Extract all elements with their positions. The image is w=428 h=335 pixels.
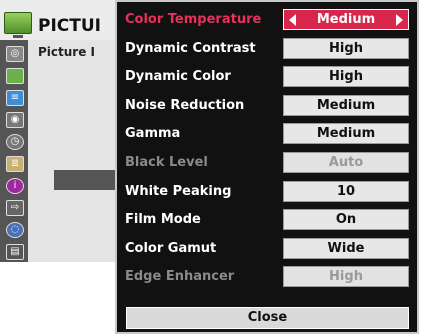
audio-icon[interactable]: ≡ xyxy=(6,90,24,106)
setting-label: Dynamic Color xyxy=(125,69,231,84)
setting-row[interactable]: Color Temperature Medium xyxy=(117,7,417,34)
setting-row[interactable]: Noise Reduction Medium xyxy=(117,93,417,120)
setting-row: Edge Enhancer High xyxy=(117,264,417,291)
info-icon[interactable]: ≣ xyxy=(6,156,24,172)
setting-value-text: High xyxy=(329,41,363,56)
setting-value[interactable]: High xyxy=(283,38,409,59)
setting-label: Edge Enhancer xyxy=(125,269,235,284)
menu-icon-strip: ◎ ≡ ◉ ◷ ≣ i ⇨ ◌ ▤ xyxy=(0,40,28,262)
setting-label: Noise Reduction xyxy=(125,98,245,113)
setting-label: White Peaking xyxy=(125,184,232,199)
setting-label: Color Temperature xyxy=(125,12,262,27)
setting-value-text: High xyxy=(329,69,363,84)
setting-value[interactable]: High xyxy=(283,66,409,87)
option-icon[interactable]: ◷ xyxy=(6,134,24,150)
setting-label: Dynamic Contrast xyxy=(125,41,256,56)
setting-row[interactable]: Film Mode On xyxy=(117,207,417,234)
picture-menu-title: PICTUI xyxy=(38,16,101,36)
setting-value-text: On xyxy=(335,212,357,227)
setting-row[interactable]: Dynamic Color High xyxy=(117,64,417,91)
setting-value[interactable]: On xyxy=(283,209,409,230)
setting-value-text: High xyxy=(329,269,363,284)
setting-row[interactable]: Gamma Medium xyxy=(117,121,417,148)
screen-icon[interactable] xyxy=(6,68,24,84)
setting-row[interactable]: White Peaking 10 xyxy=(117,179,417,206)
setting-value: Auto xyxy=(283,152,409,173)
tv-icon xyxy=(4,12,32,38)
setting-label: Film Mode xyxy=(125,212,201,227)
setting-value[interactable]: Medium xyxy=(283,123,409,144)
setting-value-text: Auto xyxy=(328,155,364,170)
usb-icon[interactable]: ⇨ xyxy=(6,200,24,216)
clapper-icon[interactable]: ▤ xyxy=(6,244,24,260)
setting-label: Black Level xyxy=(125,155,208,170)
setting-value: High xyxy=(283,266,409,287)
picture-settings-submenu: Color Temperature Medium Dynamic Contrast H… xyxy=(115,0,419,334)
setting-label: Gamma xyxy=(125,126,181,141)
setting-value-text: Medium xyxy=(316,98,376,113)
close-button[interactable]: Close xyxy=(126,307,409,329)
media-icon[interactable]: ◌ xyxy=(6,222,24,238)
setting-value-text: Medium xyxy=(316,126,376,141)
setting-value[interactable]: Wide xyxy=(283,238,409,259)
setting-row[interactable]: Color Gamut Wide xyxy=(117,236,417,263)
arrow-right-icon[interactable] xyxy=(396,14,403,26)
setting-row: Black Level Auto xyxy=(117,150,417,177)
setting-value-text: Medium xyxy=(316,12,376,27)
picture-menu-item[interactable]: Picture I xyxy=(38,45,95,59)
time-icon[interactable]: ◉ xyxy=(6,112,24,128)
setting-value[interactable]: Medium xyxy=(283,95,409,116)
setting-value[interactable]: 10 xyxy=(283,181,409,202)
setting-value-text: Wide xyxy=(327,241,365,256)
setting-value[interactable]: Medium xyxy=(283,9,409,30)
picture-icon[interactable]: ◎ xyxy=(6,46,24,62)
setting-value-text: 10 xyxy=(336,184,356,199)
arrow-left-icon[interactable] xyxy=(289,14,296,26)
input-icon[interactable]: i xyxy=(6,178,24,194)
setting-row[interactable]: Dynamic Contrast High xyxy=(117,36,417,63)
setting-label: Color Gamut xyxy=(125,241,217,256)
